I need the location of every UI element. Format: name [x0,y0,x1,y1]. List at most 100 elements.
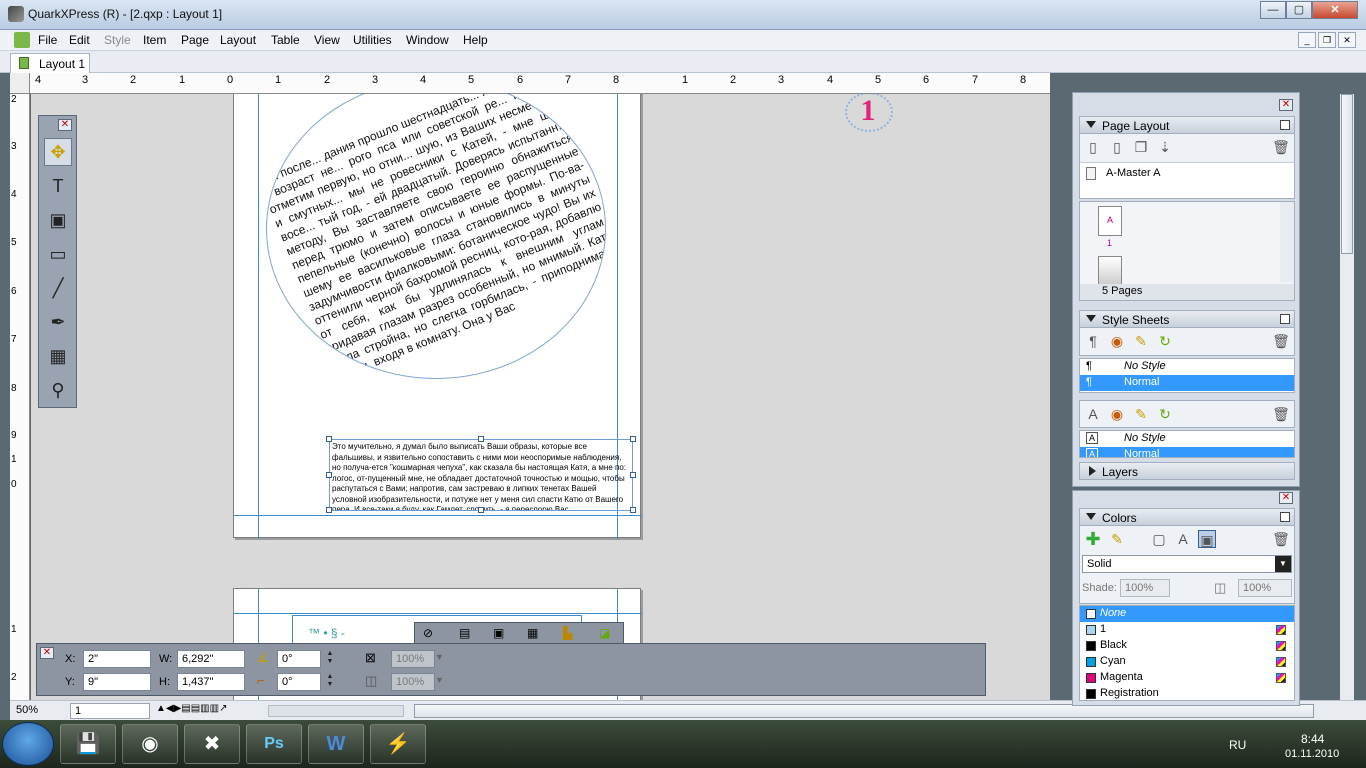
menu-layout[interactable]: Layout [220,33,256,47]
vertical-scroll-thumb[interactable] [1341,94,1353,254]
menu-item[interactable]: Item [143,33,166,47]
opacity-field[interactable]: 100% [1238,579,1292,597]
list-item[interactable]: A Normal [1080,447,1294,457]
horizontal-ruler[interactable]: 4 3 2 1 0 1 2 3 4 5 6 7 8 1 2 3 4 5 6 7 … [30,73,1050,94]
tab-layout-1[interactable]: Layout 1 [10,53,90,73]
menu-utilities[interactable]: Utilities [353,33,392,47]
text-color-icon[interactable]: A [1174,530,1192,548]
resize-handle[interactable] [630,507,636,513]
word-icon[interactable]: W [308,724,364,764]
menu-view[interactable]: View [314,33,340,47]
measurements-close-button[interactable]: ✕ [40,647,54,659]
list-item[interactable]: ¶ No Style [1080,359,1294,375]
palette-menu-icon[interactable] [1280,314,1290,324]
page-layout-header[interactable]: Page Layout [1079,116,1295,134]
list-item[interactable]: A No Style [1080,431,1294,447]
shade-field[interactable]: 100% [1120,579,1170,597]
blank-spread-icon[interactable]: ▯ [1108,138,1126,156]
pencil-icon[interactable]: ✎ [1132,332,1150,350]
photoshop-icon[interactable]: Ps [246,724,302,764]
scroll-track-left[interactable] [268,705,404,717]
page-thumb-2[interactable] [1098,256,1122,286]
opacity-dropdown-icon[interactable]: ▼ [435,652,444,662]
clock-time[interactable]: 8:44 [1301,732,1324,746]
shade-dropdown-icon[interactable]: ▼ [435,675,444,685]
space-align-tab-icon[interactable]: ▙ [563,626,572,640]
corner-stepper[interactable]: ▲ ▼ [325,673,335,691]
maximize-button[interactable]: ▢ [1286,1,1312,19]
style-sheets-header[interactable]: Style Sheets [1079,310,1295,328]
chevron-down-icon[interactable]: ▼ [1275,556,1291,572]
delete-icon[interactable]: 🗑 [1272,405,1290,423]
menu-edit[interactable]: Edit [69,33,90,47]
box-color-icon[interactable]: ⊠ [365,650,376,666]
resize-handle[interactable] [326,472,332,478]
vertical-scroll-bar[interactable] [1340,94,1354,700]
delete-icon[interactable]: 🗑 [1272,138,1290,156]
corner-radius-field[interactable]: 0° [277,673,321,691]
edit-color-icon[interactable]: ✎ [1108,530,1126,548]
list-item[interactable]: Magenta [1080,670,1294,686]
xbox-icon[interactable]: ✖ [184,724,240,764]
firefox-icon[interactable]: ◉ [122,724,178,764]
menu-style[interactable]: Style [104,33,131,47]
menu-file[interactable]: File [38,33,57,47]
width-field[interactable]: 6,292" [177,650,245,668]
pencil-icon[interactable]: ✎ [1132,405,1150,423]
selected-text-box[interactable]: Это мучительно, я думал было выписать Ва… [329,439,633,511]
clock-date[interactable]: 01.11.2010 [1285,748,1339,760]
menu-table[interactable]: Table [271,33,300,47]
line-tool-icon[interactable]: ╱ [44,274,72,302]
delete-icon[interactable]: 🗑 [1272,332,1290,350]
master-a[interactable]: A-Master A [1106,167,1160,179]
apply-master-icon[interactable]: ⇣ [1156,138,1174,156]
minimize-button[interactable]: — [1260,1,1286,19]
frame-tab-icon[interactable]: ▣ [493,626,504,640]
delete-icon[interactable]: 🗑 [1272,530,1290,548]
runaround-tab-icon[interactable]: ▦ [527,626,538,640]
angle-field[interactable]: 0° [277,650,321,668]
background-color-icon[interactable]: ▣ [1198,530,1216,548]
table-tool-icon[interactable]: ▦ [44,342,72,370]
update-style-icon[interactable]: ↻ [1156,332,1174,350]
resize-handle[interactable] [326,436,332,442]
duplicate-icon[interactable]: ❐ [1132,138,1150,156]
resize-handle[interactable] [326,507,332,513]
horizontal-scroll-thumb[interactable] [414,704,1314,718]
ruler-origin[interactable] [10,73,30,94]
page-nav-icons[interactable]: ▲◀▶▤▤▥▥↗ [156,703,227,714]
list-item[interactable]: Registration [1080,686,1294,700]
language-indicator[interactable]: RU [1229,738,1246,752]
list-item[interactable]: 1 [1080,622,1294,638]
palette-menu-icon[interactable] [1280,120,1290,130]
page-number-field[interactable]: 1 [70,703,150,719]
page-thumb-1[interactable]: A [1098,206,1122,236]
shade-icon[interactable]: ◫ [365,673,377,689]
new-style-icon[interactable]: ¶ [1084,332,1102,350]
layers-header[interactable]: Layers [1079,462,1295,480]
menu-window[interactable]: Window [406,33,449,47]
list-item[interactable]: Cyan [1080,654,1294,670]
edit-style-icon[interactable]: ◉ [1108,405,1126,423]
new-color-icon[interactable]: ✚ [1084,530,1102,548]
palette-menu-icon[interactable] [1280,512,1290,522]
document-icon[interactable] [14,32,30,48]
classic-tab-icon[interactable]: ⊘ [423,626,433,640]
menu-help[interactable]: Help [463,33,488,47]
zoom-field[interactable]: 50% [16,704,38,716]
angle-stepper[interactable]: ▲ ▼ [325,650,335,668]
doc-close-button[interactable]: ✕ [1338,32,1356,48]
item-tool-icon[interactable]: ✥ [44,138,72,166]
blank-page-icon[interactable]: ▯ [1084,138,1102,156]
thumbs-scrollbar[interactable] [1280,202,1294,282]
list-item[interactable]: ¶ Normal [1080,375,1294,391]
x-field[interactable]: 2" [83,650,151,668]
frame-color-icon[interactable]: ▢ [1150,530,1168,548]
colors-header[interactable]: Colors [1079,508,1295,526]
list-item[interactable]: None [1080,606,1294,622]
palette-group-close-button[interactable]: ✕ [1279,99,1293,111]
bezier-pen-tool-icon[interactable]: ✒ [44,308,72,336]
height-field[interactable]: 1,437" [177,673,245,691]
doc-restore-button[interactable]: ❐ [1318,32,1336,48]
colors-close-button[interactable]: ✕ [1279,492,1293,504]
